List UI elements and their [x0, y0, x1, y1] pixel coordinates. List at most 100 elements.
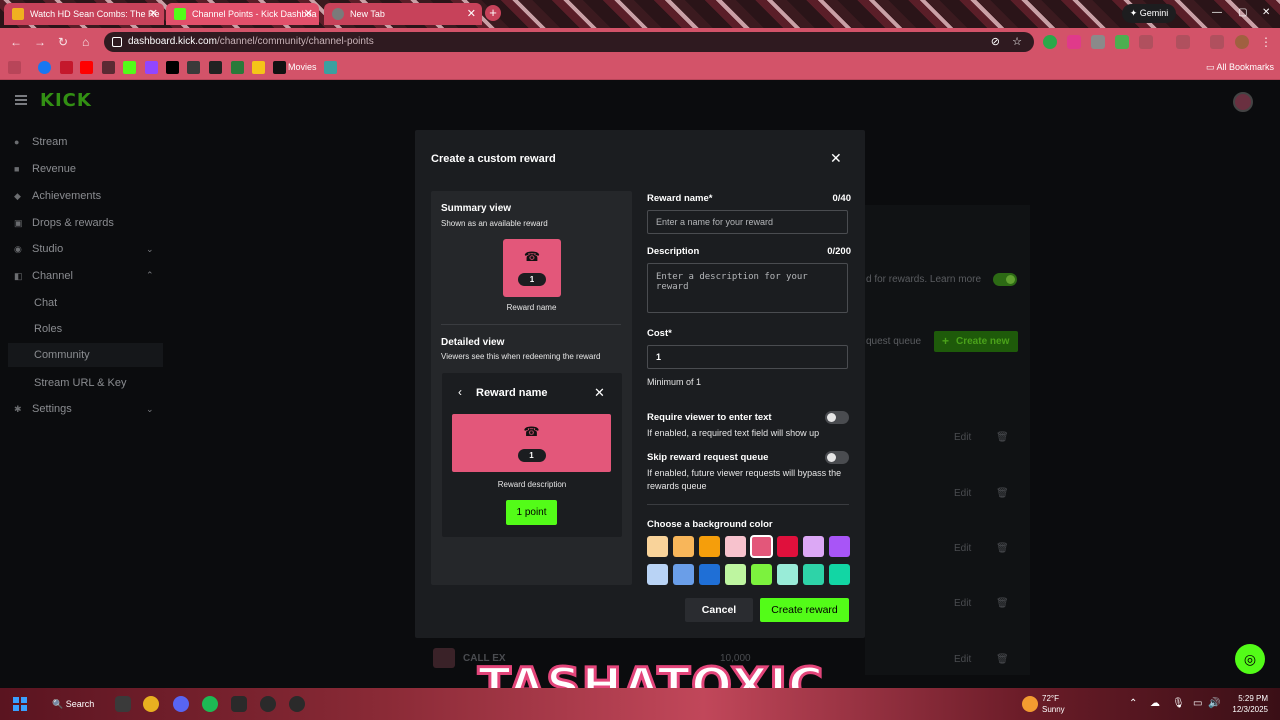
- color-swatch[interactable]: [699, 536, 720, 557]
- browser-tab-active[interactable]: Channel Points - Kick Dashboa ✕: [166, 3, 319, 25]
- chevron-down-icon[interactable]: ⌄: [146, 244, 154, 255]
- play-icon[interactable]: [273, 61, 286, 74]
- spotify-icon[interactable]: [202, 696, 218, 712]
- maximize-icon[interactable]: ▢: [1238, 7, 1247, 18]
- help-chat-button[interactable]: ◎: [1235, 644, 1265, 674]
- sidebar-item-revenue[interactable]: ■ Revenue: [14, 163, 76, 175]
- twitch-icon[interactable]: [145, 61, 158, 74]
- color-swatch[interactable]: [777, 564, 798, 585]
- extension-icon[interactable]: [1091, 35, 1105, 49]
- home-icon[interactable]: ⌂: [82, 35, 89, 49]
- edit-reward-button[interactable]: Edit: [954, 654, 971, 665]
- app-icon[interactable]: [231, 696, 247, 712]
- close-tab-icon[interactable]: ✕: [304, 7, 313, 20]
- user-avatar[interactable]: [1233, 92, 1253, 112]
- sidebar-item-stream[interactable]: ● Stream: [14, 136, 67, 148]
- taskbar-weather[interactable]: 72°F Sunny: [1042, 693, 1065, 715]
- color-swatch[interactable]: [751, 564, 772, 585]
- windows-start-icon[interactable]: [13, 697, 27, 711]
- trash-icon[interactable]: 🗑: [996, 654, 1009, 665]
- close-tab-icon[interactable]: ✕: [149, 7, 158, 20]
- create-new-button[interactable]: + Create new: [934, 331, 1018, 352]
- gemini-button[interactable]: ✦ Gemini: [1122, 4, 1176, 23]
- obs-icon[interactable]: [260, 696, 276, 712]
- color-swatch[interactable]: [647, 564, 668, 585]
- request-queue-link[interactable]: quest queue: [866, 336, 921, 347]
- reload-icon[interactable]: ↻: [58, 35, 68, 49]
- network-icon[interactable]: ▭: [1193, 698, 1202, 709]
- sidebar-item-community[interactable]: Community: [8, 343, 163, 367]
- app-icon[interactable]: [289, 696, 305, 712]
- taskbar-clock[interactable]: 5:29 PM 12/3/2025: [1228, 693, 1268, 715]
- require-text-toggle[interactable]: [825, 411, 849, 424]
- bookmark-icon[interactable]: [102, 61, 115, 74]
- address-bar[interactable]: dashboard.kick.com/channel/community/cha…: [104, 32, 1034, 52]
- color-swatch[interactable]: [725, 536, 746, 557]
- bookmark-icon[interactable]: [324, 61, 337, 74]
- extensions-puzzle-icon[interactable]: [1139, 35, 1153, 49]
- close-tab-icon[interactable]: ✕: [467, 7, 476, 20]
- browser-tab[interactable]: New Tab ✕: [324, 3, 482, 25]
- tray-chevron-icon[interactable]: ⌃: [1129, 698, 1137, 709]
- sidebar-item-channel[interactable]: ◧ Channel: [14, 270, 73, 282]
- color-swatch[interactable]: [829, 564, 850, 585]
- sidebar-item-settings[interactable]: ✱ Settings: [14, 403, 72, 415]
- browser-tab[interactable]: Watch HD Sean Combs: The Re ✕: [4, 3, 164, 25]
- chevron-up-icon[interactable]: ⌃: [146, 270, 154, 281]
- mute-icon[interactable]: ⊘: [991, 35, 1000, 48]
- new-tab-button[interactable]: +: [485, 5, 501, 21]
- grammarly-icon[interactable]: [1043, 35, 1057, 49]
- edit-reward-button[interactable]: Edit: [954, 598, 971, 609]
- profile-avatar[interactable]: [1235, 35, 1249, 49]
- bookmark-icon[interactable]: [252, 61, 265, 74]
- edit-reward-button[interactable]: Edit: [954, 543, 971, 554]
- chevron-down-icon[interactable]: ⌄: [146, 404, 154, 415]
- apps-grid-icon[interactable]: [8, 61, 21, 74]
- trash-icon[interactable]: 🗑: [996, 488, 1009, 499]
- task-view-icon[interactable]: [115, 696, 131, 712]
- shield-icon[interactable]: [1115, 35, 1129, 49]
- cloud-icon[interactable]: ☁: [1150, 698, 1160, 709]
- color-swatch[interactable]: [699, 564, 720, 585]
- back-icon[interactable]: ←: [10, 35, 22, 49]
- x-icon[interactable]: [166, 61, 179, 74]
- menu-kebab-icon[interactable]: ⋮: [1260, 35, 1272, 49]
- reward-name-input[interactable]: [647, 210, 848, 234]
- bookmark-icon[interactable]: [231, 61, 244, 74]
- bookmark-icon[interactable]: [60, 61, 73, 74]
- description-textarea[interactable]: [647, 263, 848, 313]
- close-icon[interactable]: ✕: [830, 150, 842, 167]
- color-swatch[interactable]: [829, 536, 850, 557]
- skip-queue-toggle[interactable]: [825, 451, 849, 464]
- sidepanel-icon[interactable]: [1176, 35, 1190, 49]
- sidebar-item-chat[interactable]: Chat: [34, 297, 57, 309]
- facebook-icon[interactable]: [38, 61, 51, 74]
- kick-logo[interactable]: KICK: [40, 90, 92, 111]
- mic-icon[interactable]: 🎙: [1172, 698, 1185, 709]
- color-swatch[interactable]: [803, 536, 824, 557]
- all-bookmarks[interactable]: ▭ All Bookmarks: [1206, 62, 1274, 73]
- bookmark-icon[interactable]: [209, 61, 222, 74]
- color-swatch[interactable]: [803, 564, 824, 585]
- edit-reward-button[interactable]: Edit: [954, 432, 971, 443]
- color-swatch[interactable]: [777, 536, 798, 557]
- close-window-icon[interactable]: ✕: [1262, 7, 1270, 18]
- forward-icon[interactable]: →: [34, 35, 46, 49]
- cost-input[interactable]: [647, 345, 848, 369]
- download-icon[interactable]: [1210, 35, 1224, 49]
- cancel-button[interactable]: Cancel: [685, 598, 753, 622]
- color-swatch[interactable]: [725, 564, 746, 585]
- kick-icon[interactable]: [123, 61, 136, 74]
- chrome-icon[interactable]: [143, 696, 159, 712]
- color-swatch[interactable]: [673, 564, 694, 585]
- trash-icon[interactable]: 🗑: [996, 432, 1009, 443]
- sidebar-item-studio[interactable]: ◉ Studio: [14, 243, 63, 255]
- trash-icon[interactable]: 🗑: [996, 543, 1009, 554]
- menu-hamburger-icon[interactable]: [15, 95, 27, 105]
- volume-icon[interactable]: 🔊: [1208, 698, 1220, 709]
- sidebar-item-drops[interactable]: ▣ Drops & rewards: [14, 217, 114, 229]
- color-swatch[interactable]: [750, 535, 773, 558]
- sidebar-item-stream-url[interactable]: Stream URL & Key: [34, 377, 127, 389]
- sidebar-item-roles[interactable]: Roles: [34, 323, 62, 335]
- extension-icon[interactable]: [1067, 35, 1081, 49]
